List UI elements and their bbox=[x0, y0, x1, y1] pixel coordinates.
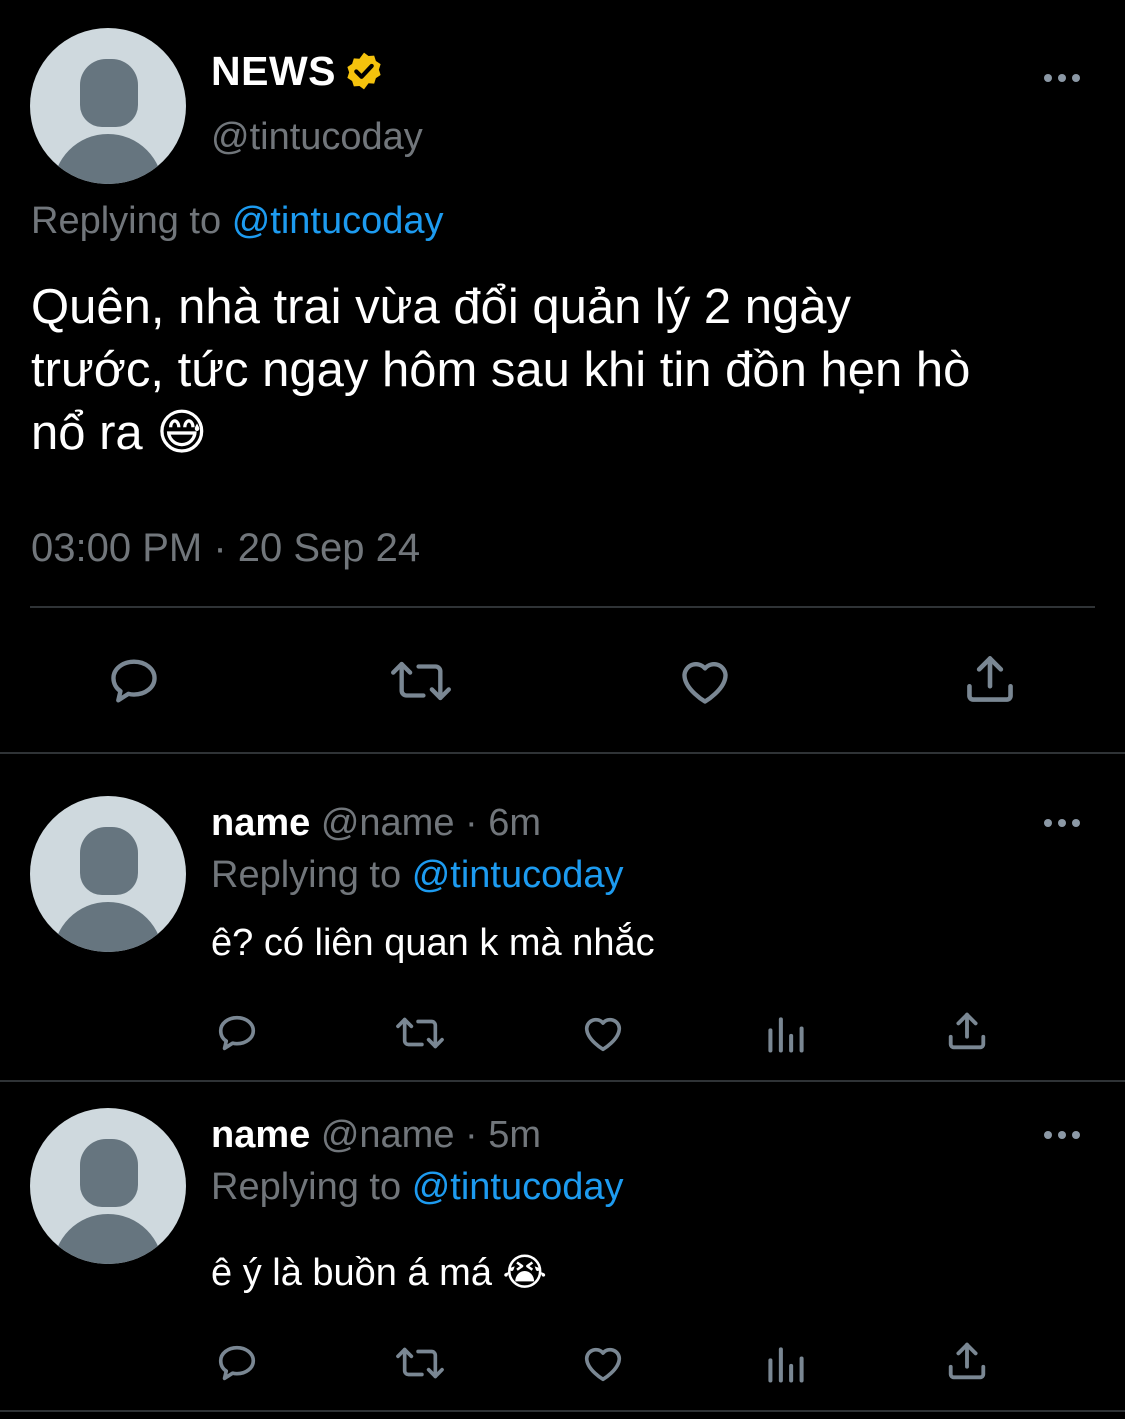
divider bbox=[0, 1080, 1125, 1082]
avatar[interactable] bbox=[30, 796, 186, 952]
reply-text: ê? có liên quan k mà nhắc bbox=[211, 922, 655, 964]
avatar[interactable] bbox=[30, 1108, 186, 1264]
reply-icon[interactable] bbox=[105, 652, 163, 710]
replying-to: Replying to @tintucoday bbox=[31, 200, 444, 243]
author-handle[interactable]: @name bbox=[321, 802, 455, 844]
share-icon[interactable] bbox=[944, 1338, 990, 1384]
verified-badge-icon bbox=[343, 50, 385, 92]
reply-header: name @name · 6m bbox=[211, 802, 541, 845]
replying-to: Replying to @tintucoday bbox=[211, 854, 624, 897]
divider bbox=[0, 1410, 1125, 1412]
display-name[interactable]: name bbox=[211, 802, 310, 844]
reply-icon[interactable] bbox=[214, 1340, 260, 1386]
tweet-text-line: Quên, nhà trai vừa đổi quản lý 2 ngày bbox=[31, 280, 852, 334]
tweet-text: Quên, nhà trai vừa đổi quản lý 2 ngày tr… bbox=[31, 276, 970, 465]
reply-time: · 6m bbox=[465, 802, 542, 844]
more-icon[interactable] bbox=[1042, 817, 1082, 829]
retweet-icon[interactable] bbox=[388, 652, 454, 710]
author-name-row: NEWS bbox=[211, 46, 385, 96]
reply-header: name @name · 5m bbox=[211, 1114, 541, 1157]
reply-time: · 5m bbox=[465, 1114, 542, 1156]
display-name[interactable]: name bbox=[211, 1114, 310, 1156]
reply-icon[interactable] bbox=[214, 1010, 260, 1056]
tweet-text-line: nổ ra 😅 bbox=[31, 406, 208, 460]
retweet-icon[interactable] bbox=[393, 1340, 447, 1386]
heart-icon[interactable] bbox=[676, 652, 734, 710]
replying-handle-link[interactable]: @tintucoday bbox=[412, 1166, 624, 1208]
author-handle[interactable]: @tintucoday bbox=[211, 116, 423, 159]
divider bbox=[0, 752, 1125, 754]
more-icon[interactable] bbox=[1042, 72, 1082, 84]
views-icon[interactable] bbox=[764, 1342, 808, 1386]
share-icon[interactable] bbox=[944, 1008, 990, 1054]
replying-handle-link[interactable]: @tintucoday bbox=[412, 854, 624, 896]
retweet-icon[interactable] bbox=[393, 1010, 447, 1056]
replying-prefix: Replying to bbox=[211, 854, 402, 896]
heart-icon[interactable] bbox=[580, 1340, 626, 1386]
heart-icon[interactable] bbox=[580, 1010, 626, 1056]
views-icon[interactable] bbox=[764, 1012, 808, 1056]
author-handle[interactable]: @name bbox=[321, 1114, 455, 1156]
divider bbox=[30, 606, 1095, 608]
replying-to: Replying to @tintucoday bbox=[211, 1166, 624, 1209]
replying-handle-link[interactable]: @tintucoday bbox=[232, 200, 444, 242]
tweet-timestamp[interactable]: 03:00 PM · 20 Sep 24 bbox=[31, 526, 420, 571]
share-icon[interactable] bbox=[961, 650, 1019, 708]
replying-prefix: Replying to bbox=[211, 1166, 402, 1208]
tweet-text-line: trước, tức ngay hôm sau khi tin đồn hẹn … bbox=[31, 343, 971, 397]
reply-text: ê ý là buồn á má 😭 bbox=[211, 1252, 547, 1294]
more-icon[interactable] bbox=[1042, 1129, 1082, 1141]
display-name[interactable]: NEWS bbox=[211, 48, 336, 95]
replying-prefix: Replying to bbox=[31, 200, 222, 242]
avatar[interactable] bbox=[30, 28, 186, 184]
